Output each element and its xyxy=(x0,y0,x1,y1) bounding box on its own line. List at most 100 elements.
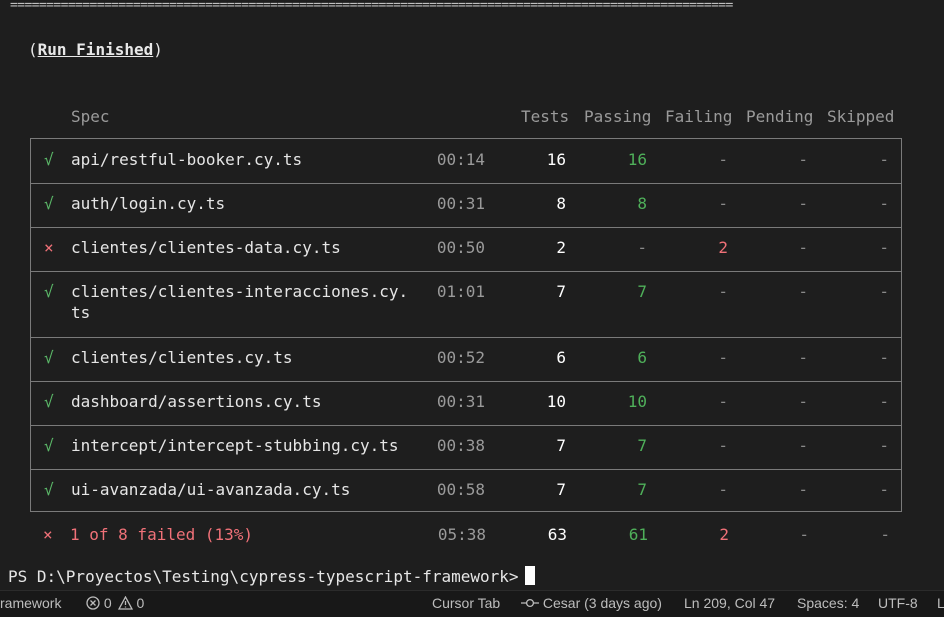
header-spec: Spec xyxy=(71,107,110,126)
status-eol[interactable]: L xyxy=(937,595,944,611)
summary-pending: - xyxy=(799,525,809,544)
git-commit-icon xyxy=(521,598,539,608)
tests-count: 7 xyxy=(556,282,566,301)
header-pending: Pending xyxy=(746,107,814,126)
table-row: √ ui-avanzada/ui-avanzada.cy.ts 00:58 7 7 - - - xyxy=(31,469,901,513)
check-icon: √ xyxy=(44,392,54,411)
duration: 00:58 xyxy=(436,480,485,499)
failing-count: - xyxy=(718,150,728,169)
failing-count: - xyxy=(718,348,728,367)
pending-count: - xyxy=(798,194,808,213)
failing-count: - xyxy=(718,282,728,301)
summary-skipped: - xyxy=(880,525,890,544)
skipped-count: - xyxy=(879,150,889,169)
spec-name: clientes/clientes.cy.ts xyxy=(71,348,293,367)
status-bar: ramework 0 0 Cursor Tab Cesar (3 days ag… xyxy=(0,590,944,617)
duration: 00:38 xyxy=(436,436,485,455)
pending-count: - xyxy=(798,392,808,411)
passing-count: 10 xyxy=(627,392,647,411)
skipped-count: - xyxy=(879,436,889,455)
fail-icon: × xyxy=(44,238,54,257)
table-row: √ clientes/clientes.cy.ts 00:52 6 6 - - - xyxy=(31,337,901,381)
check-icon: √ xyxy=(44,282,54,301)
duration: 00:52 xyxy=(436,348,485,367)
check-icon: √ xyxy=(44,480,54,499)
skipped-count: - xyxy=(879,238,889,257)
tests-count: 10 xyxy=(546,392,566,411)
spec-name: clientes/clientes-interacciones.cy. xyxy=(71,282,409,301)
spec-name: ui-avanzada/ui-avanzada.cy.ts xyxy=(71,480,351,499)
duration: 01:01 xyxy=(436,282,485,301)
separator-rule: ========================================… xyxy=(10,0,733,13)
pending-count: - xyxy=(798,436,808,455)
status-git-blame[interactable]: Cesar (3 days ago) xyxy=(521,595,662,611)
summary-failing: 2 xyxy=(719,525,729,544)
run-finished-label: Run Finished xyxy=(37,40,154,59)
passing-count: 7 xyxy=(637,436,647,455)
status-spaces[interactable]: Spaces: 4 xyxy=(797,595,859,611)
failing-count: - xyxy=(718,480,728,499)
header-skipped: Skipped xyxy=(827,107,895,126)
failing-count: - xyxy=(718,194,728,213)
status-workspace[interactable]: ramework xyxy=(0,595,61,611)
skipped-count: - xyxy=(879,194,889,213)
text-cursor xyxy=(524,566,535,585)
skipped-count: - xyxy=(879,282,889,301)
spec-name: api/restful-booker.cy.ts xyxy=(71,150,303,169)
spec-name: clientes/clientes-data.cy.ts xyxy=(71,238,341,257)
check-icon: √ xyxy=(44,436,54,455)
failing-count: - xyxy=(718,392,728,411)
run-finished-heading: (Run Finished) xyxy=(28,40,163,59)
spec-name: auth/login.cy.ts xyxy=(71,194,226,213)
duration: 00:14 xyxy=(436,150,485,169)
warning-triangle-icon xyxy=(117,595,133,610)
spec-name: intercept/intercept-stubbing.cy.ts xyxy=(71,436,399,455)
failing-count: - xyxy=(718,436,728,455)
passing-count: 6 xyxy=(637,348,647,367)
passing-count: 7 xyxy=(637,480,647,499)
skipped-count: - xyxy=(879,348,889,367)
table-row: √ clientes/clientes-interacciones.cy. ts 01… xyxy=(31,271,901,337)
status-problems[interactable]: 0 0 xyxy=(86,595,144,611)
spec-name: dashboard/assertions.cy.ts xyxy=(71,392,322,411)
header-failing: Failing xyxy=(665,107,733,126)
summary-text: 1 of 8 failed (13%) xyxy=(70,525,254,544)
failing-count: 2 xyxy=(718,238,728,257)
passing-count: 16 xyxy=(627,150,647,169)
skipped-count: - xyxy=(879,392,889,411)
summary-time: 05:38 xyxy=(437,525,486,544)
tests-count: 6 xyxy=(556,348,566,367)
tests-count: 16 xyxy=(546,150,566,169)
status-cursor-tab[interactable]: Cursor Tab xyxy=(432,595,500,611)
duration: 00:31 xyxy=(436,392,485,411)
pending-count: - xyxy=(798,282,808,301)
duration: 00:50 xyxy=(436,238,485,257)
tests-count: 8 xyxy=(556,194,566,213)
paren-open: ( xyxy=(28,40,38,59)
duration: 00:31 xyxy=(436,194,485,213)
check-icon: √ xyxy=(44,150,54,169)
prompt-text: PS D:\Proyectos\Testing\cypress-typescri… xyxy=(8,567,519,586)
summary-passing: 61 xyxy=(628,525,648,544)
table-row: √ api/restful-booker.cy.ts 00:14 16 16 - - - xyxy=(31,139,901,183)
table-row: √ auth/login.cy.ts 00:31 8 8 - - - xyxy=(31,183,901,227)
git-blame-text: Cesar (3 days ago) xyxy=(542,595,662,611)
warning-count: 0 xyxy=(136,595,145,611)
status-position[interactable]: Ln 209, Col 47 xyxy=(684,595,775,611)
tests-count: 7 xyxy=(556,436,566,455)
terminal-prompt[interactable]: PS D:\Proyectos\Testing\cypress-typescri… xyxy=(0,566,535,586)
status-encoding[interactable]: UTF-8 xyxy=(878,595,918,611)
header-tests: Tests xyxy=(521,107,570,126)
tests-count: 2 xyxy=(556,238,566,257)
spec-name-continued: ts xyxy=(71,303,91,322)
check-icon: √ xyxy=(44,194,54,213)
error-circle-icon xyxy=(86,596,100,610)
error-count: 0 xyxy=(103,595,112,611)
pending-count: - xyxy=(798,480,808,499)
header-passing: Passing xyxy=(584,107,652,126)
pending-count: - xyxy=(798,238,808,257)
pending-count: - xyxy=(798,348,808,367)
passing-count: - xyxy=(637,238,647,257)
table-row: × clientes/clientes-data.cy.ts 00:50 2 - 2 - - xyxy=(31,227,901,271)
check-icon: √ xyxy=(44,348,54,367)
